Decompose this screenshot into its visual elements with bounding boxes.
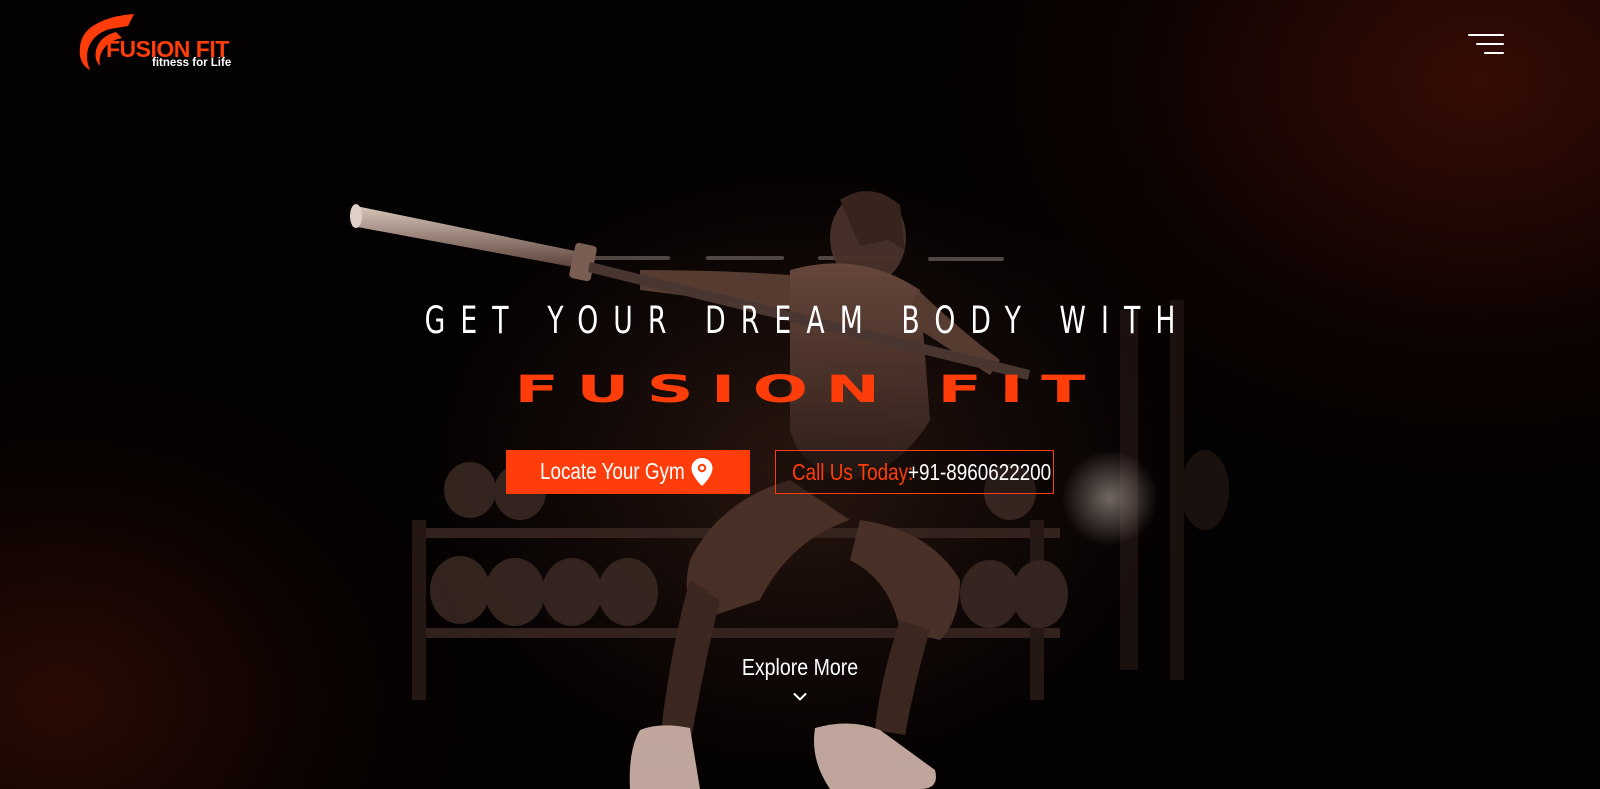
call-us-button[interactable]: Call Us Today: +91-8960622200: [775, 450, 1054, 494]
chevron-down-icon: [793, 693, 807, 701]
explore-more-label: Explore More: [741, 654, 859, 680]
call-us-label: Call Us Today:: [792, 459, 914, 485]
hamburger-menu-button[interactable]: [1464, 33, 1504, 61]
phone-number[interactable]: +91-8960622200: [908, 461, 1051, 484]
hero-section: FUSION FIT fitness for Life GET YOUR DRE…: [0, 0, 1600, 789]
map-pin-icon: [691, 458, 713, 486]
logo-tagline: fitness for Life: [152, 57, 232, 69]
hero-headline: GET YOUR DREAM BODY WITH: [424, 299, 1191, 342]
hero-brand-title: FUSION FIT: [514, 368, 1103, 412]
menu-line: [1476, 43, 1504, 45]
explore-more-link[interactable]: Explore More: [700, 656, 900, 710]
menu-line: [1468, 34, 1504, 36]
locate-gym-label: Locate Your Gym: [540, 458, 685, 484]
brand-logo[interactable]: FUSION FIT fitness for Life: [76, 12, 236, 74]
locate-gym-button[interactable]: Locate Your Gym: [506, 450, 750, 494]
menu-line: [1484, 52, 1504, 54]
